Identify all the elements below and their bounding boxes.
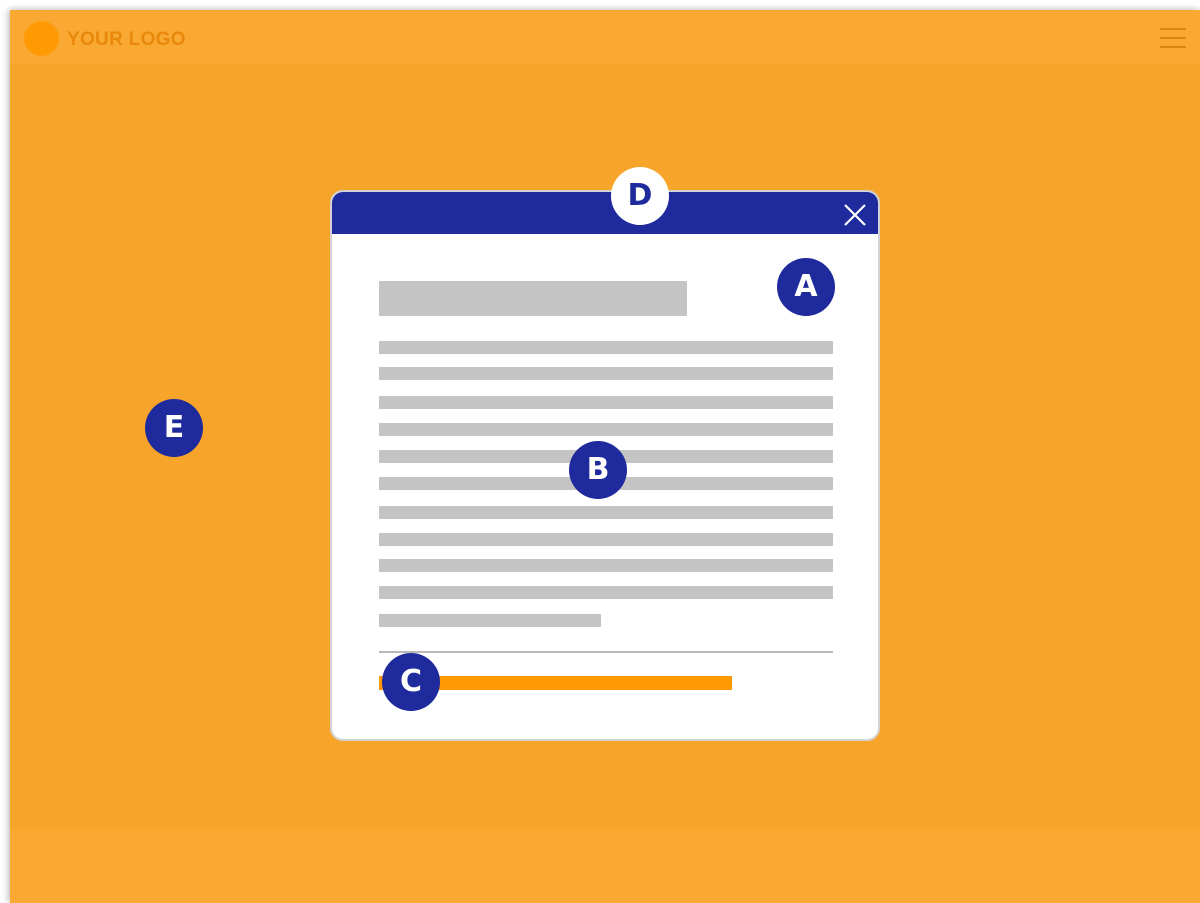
text-line-placeholder — [379, 367, 833, 380]
logo-text[interactable]: YOUR LOGO — [67, 29, 186, 51]
text-line-placeholder — [379, 423, 833, 436]
text-line-placeholder — [379, 533, 833, 546]
menu-line — [1160, 46, 1186, 48]
hamburger-menu-icon[interactable] — [1160, 26, 1186, 50]
modal-header-bar — [332, 192, 878, 234]
modal-divider — [379, 651, 833, 653]
text-line-placeholder — [379, 614, 601, 627]
text-line-placeholder — [379, 559, 833, 572]
text-line-placeholder — [379, 341, 833, 354]
logo-icon[interactable] — [24, 21, 59, 56]
modal-title-placeholder — [379, 281, 687, 316]
menu-line — [1160, 28, 1186, 30]
text-line-placeholder — [379, 506, 833, 519]
callout-marker-b: B — [569, 441, 627, 499]
callout-marker-e: E — [145, 399, 203, 457]
callout-marker-c: C — [382, 653, 440, 711]
callout-marker-d: D — [611, 167, 669, 225]
site-footer — [10, 829, 1200, 903]
site-header: YOUR LOGO — [10, 10, 1200, 64]
callout-marker-a: A — [777, 258, 835, 316]
menu-line — [1160, 37, 1186, 39]
screenshot-frame: YOUR LOGO A B C D E — [0, 0, 1200, 903]
text-line-placeholder — [379, 396, 833, 409]
text-line-placeholder — [379, 586, 833, 599]
close-icon[interactable] — [842, 202, 868, 228]
